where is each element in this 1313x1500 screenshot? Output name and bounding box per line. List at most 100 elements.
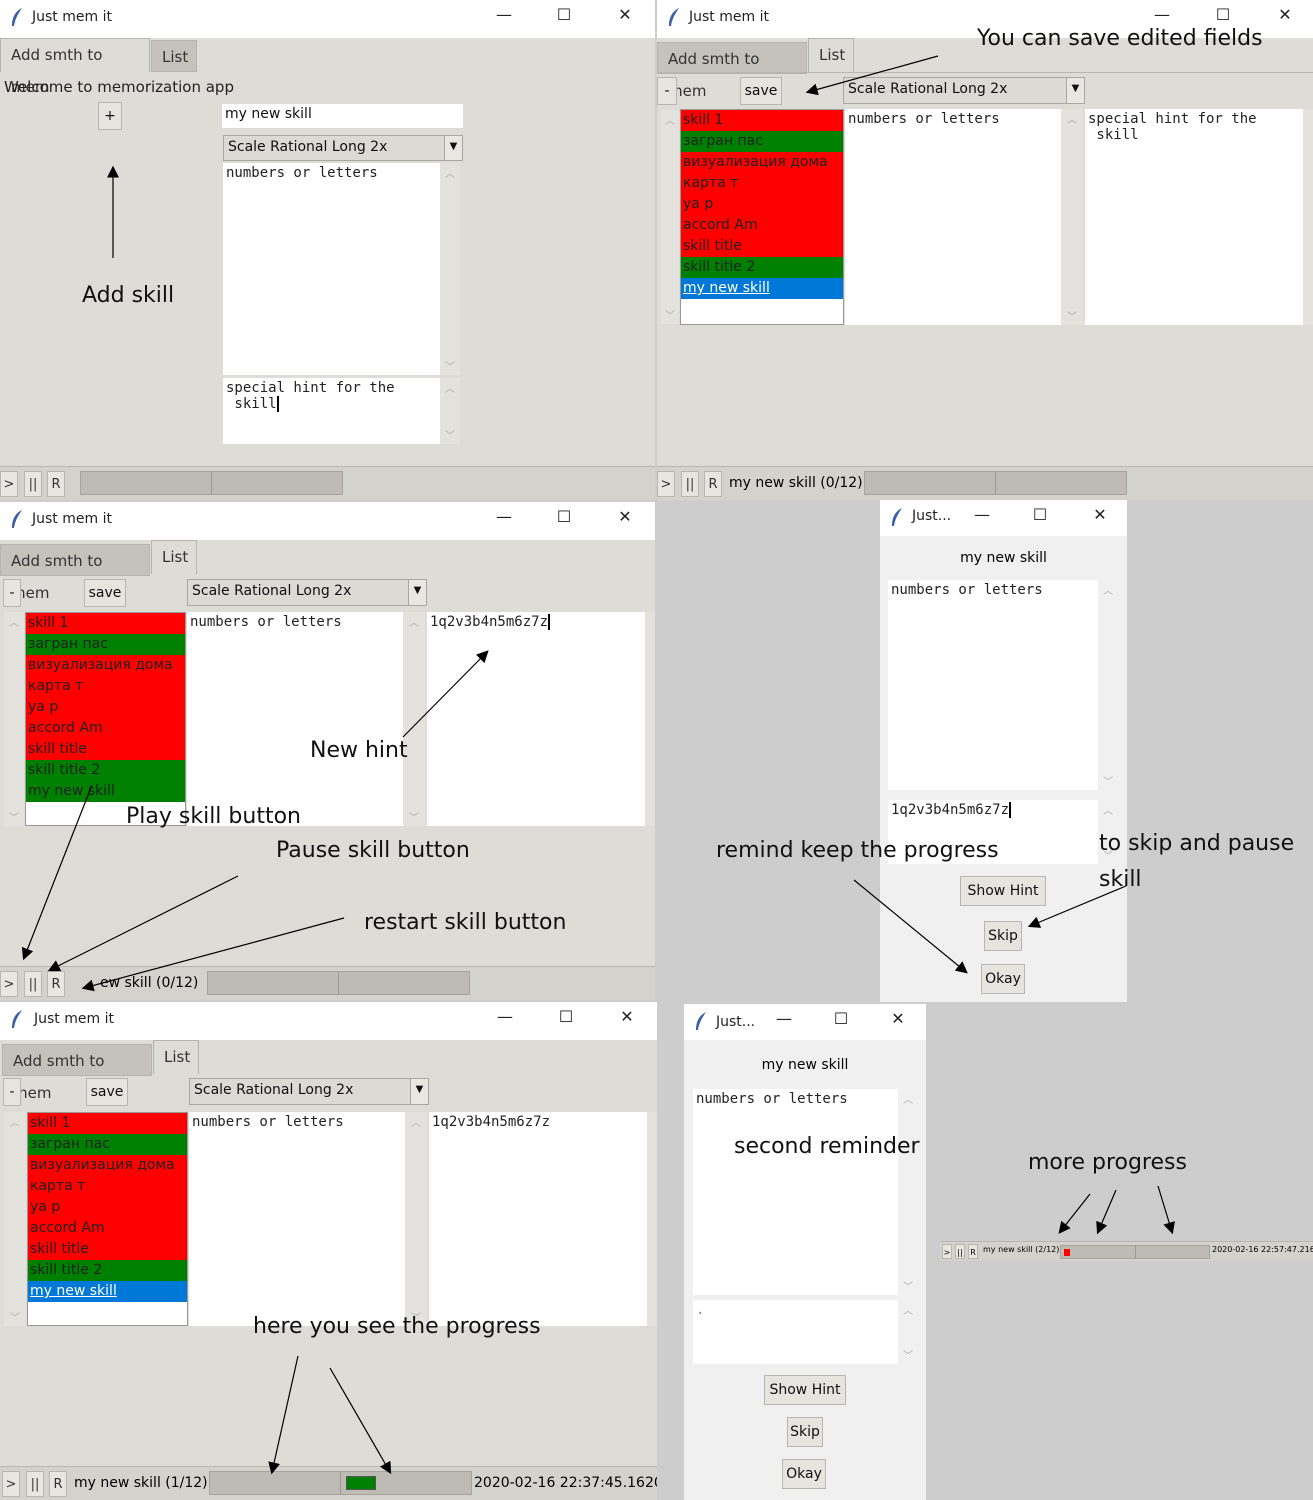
okay-button[interactable]: Okay (782, 1459, 826, 1489)
chevron-down-icon[interactable]: ▼ (408, 580, 426, 605)
list-item[interactable]: карта т (681, 173, 843, 194)
maximize-icon[interactable]: ☐ (831, 1009, 851, 1028)
list-item[interactable]: skill 1 (681, 110, 843, 131)
pause-button[interactable]: || (681, 471, 699, 497)
skills-list[interactable]: skill 1 загран пас визуализация дома карта … (25, 612, 186, 826)
show-hint-button[interactable]: Show Hint (960, 876, 1046, 906)
hint-scrollbar[interactable] (1303, 109, 1313, 325)
list-scrollbar[interactable]: ︿ ﹀ (661, 110, 679, 324)
schedule-select[interactable]: Scale Rational Long 2x ▼ (189, 1078, 429, 1105)
question-textarea[interactable]: numbers or letters (189, 1112, 405, 1326)
list-item[interactable]: уа р (681, 194, 843, 215)
restart-button[interactable]: R (968, 1244, 978, 1259)
tab-list[interactable]: List (153, 1040, 199, 1074)
minimize-icon[interactable]: — (972, 505, 992, 524)
dialog-question-scrollbar[interactable]: ︿ ﹀ (898, 1089, 918, 1295)
pause-button[interactable]: || (26, 1471, 44, 1497)
list-item[interactable]: my new skill (28, 1281, 187, 1302)
minimize-icon[interactable]: — (494, 507, 514, 526)
dialog-hint-scrollbar[interactable]: ︿ ﹀ (898, 1300, 918, 1364)
list-item[interactable]: skill title 2 (28, 1260, 187, 1281)
close-icon[interactable]: ✕ (615, 5, 635, 24)
tab-list[interactable]: List (151, 40, 197, 72)
maximize-icon[interactable]: ☐ (556, 1007, 576, 1026)
list-item[interactable]: skill title 2 (681, 257, 843, 278)
hint-textarea[interactable]: special hint for the skill (223, 378, 440, 444)
play-button[interactable]: > (657, 471, 675, 497)
chevron-down-icon[interactable]: ▼ (410, 1079, 428, 1104)
okay-button[interactable]: Okay (981, 964, 1025, 994)
list-item[interactable]: skill title (681, 236, 843, 257)
hint-scrollbar[interactable] (645, 612, 655, 826)
list-item[interactable]: загран пас (28, 1134, 187, 1155)
minimize-icon[interactable]: — (494, 5, 514, 24)
restart-button[interactable]: R (47, 471, 65, 497)
list-item[interactable]: skill 1 (26, 613, 185, 634)
pause-button[interactable]: || (24, 471, 42, 497)
schedule-select[interactable]: Scale Rational Long 2x ▼ (187, 579, 427, 606)
skills-list[interactable]: skill 1 загран пас визуализация дома карта … (680, 109, 844, 325)
save-button[interactable]: save (84, 579, 126, 607)
question-textarea[interactable]: numbers or letters (845, 109, 1061, 325)
save-button[interactable]: save (740, 77, 782, 105)
list-item[interactable]: уа р (28, 1197, 187, 1218)
remove-skill-button[interactable]: - (657, 77, 677, 105)
skip-button[interactable]: Skip (787, 1417, 823, 1447)
list-item[interactable]: визуализация дома (681, 152, 843, 173)
close-icon[interactable]: ✕ (1275, 5, 1295, 24)
tab-add[interactable]: Add smth to mem (0, 544, 150, 602)
list-item[interactable]: визуализация дома (26, 655, 185, 676)
play-button[interactable]: > (0, 971, 18, 997)
tab-list[interactable]: List (808, 38, 854, 72)
list-item[interactable]: загран пас (26, 634, 185, 655)
minimize-icon[interactable]: — (774, 1009, 794, 1028)
dialog-question-scrollbar[interactable]: ︿ ﹀ (1098, 580, 1118, 790)
close-icon[interactable]: ✕ (888, 1009, 908, 1028)
hint-scrollbar[interactable]: ︿ ﹀ (440, 378, 460, 444)
minimize-icon[interactable]: — (495, 1007, 515, 1026)
pause-button[interactable]: || (24, 971, 42, 997)
list-item[interactable]: my new skill (26, 781, 185, 802)
show-hint-button[interactable]: Show Hint (764, 1375, 846, 1405)
chevron-down-icon[interactable]: ▼ (1066, 78, 1084, 103)
schedule-select[interactable]: Scale Rational Long 2x ▼ (223, 135, 463, 161)
list-item[interactable]: accord Am (28, 1218, 187, 1239)
list-item[interactable]: accord Am (26, 718, 185, 739)
list-item[interactable]: уа р (26, 697, 185, 718)
play-button[interactable]: > (0, 471, 18, 497)
play-button[interactable]: > (2, 1471, 20, 1497)
remove-skill-button[interactable]: - (3, 1078, 21, 1106)
tab-add[interactable]: Add smth to mem (657, 42, 807, 100)
list-item[interactable]: карта т (26, 676, 185, 697)
hint-textarea[interactable]: special hint for the skill (1085, 109, 1303, 325)
maximize-icon[interactable]: ☐ (1213, 5, 1233, 24)
list-item[interactable]: skill title (26, 739, 185, 760)
question-scrollbar[interactable]: ︿ ﹀ (403, 612, 425, 826)
list-item[interactable]: my new skill (681, 278, 843, 299)
question-scrollbar[interactable]: ︿ ﹀ (440, 163, 460, 375)
list-item[interactable]: skill 1 (28, 1113, 187, 1134)
list-item[interactable]: skill title (28, 1239, 187, 1260)
remove-skill-button[interactable]: - (3, 579, 21, 607)
tab-list[interactable]: List (151, 540, 197, 574)
tab-add[interactable]: Add smth to mem (0, 38, 150, 96)
list-item[interactable]: accord Am (681, 215, 843, 236)
hint-textarea[interactable]: 1q2v3b4n5m6z7z (429, 1112, 647, 1326)
minimize-icon[interactable]: — (1152, 5, 1172, 24)
question-textarea[interactable]: numbers or letters (187, 612, 403, 826)
skills-list[interactable]: skill 1 загран пас визуализация дома карта … (27, 1112, 188, 1326)
skill-name-input[interactable]: my new skill (222, 104, 463, 128)
schedule-select[interactable]: Scale Rational Long 2x ▼ (843, 77, 1085, 104)
list-item[interactable]: загран пас (681, 131, 843, 152)
restart-button[interactable]: R (704, 471, 722, 497)
list-scrollbar[interactable]: ︿ ﹀ (4, 1112, 26, 1326)
restart-button[interactable]: R (47, 971, 65, 997)
hint-textarea[interactable]: 1q2v3b4n5m6z7z (427, 612, 645, 826)
list-item[interactable]: визуализация дома (28, 1155, 187, 1176)
list-scrollbar[interactable]: ︿ ﹀ (4, 612, 24, 826)
question-scrollbar[interactable]: ︿ ﹀ (1061, 109, 1083, 325)
list-item[interactable]: skill title 2 (26, 760, 185, 781)
question-textarea[interactable]: numbers or letters (223, 163, 440, 375)
play-button[interactable]: > (942, 1244, 952, 1259)
tab-add[interactable]: Add smth to mem (2, 1044, 152, 1102)
